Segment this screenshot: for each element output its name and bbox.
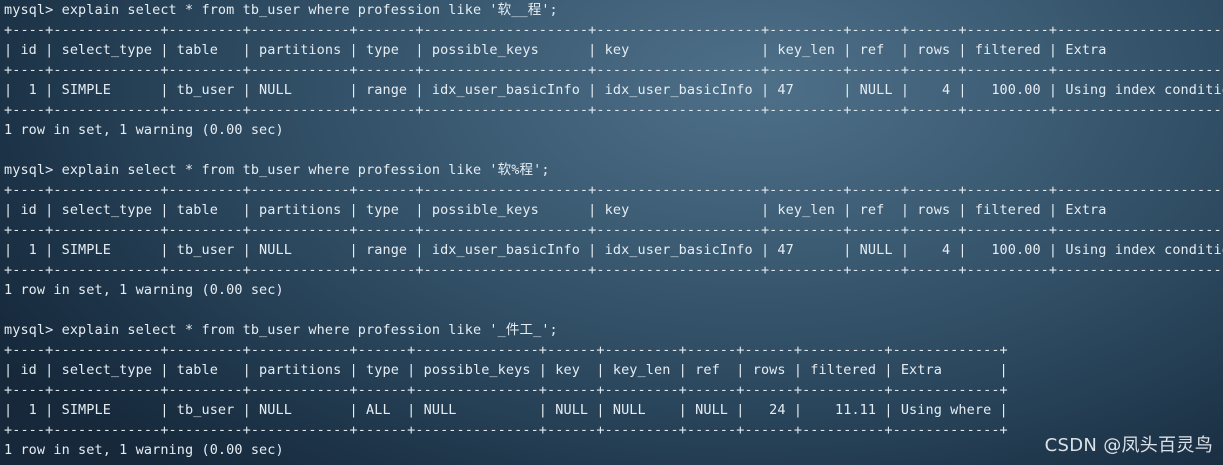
table-header-row: | id | select_type | table | partitions … [4,202,1223,218]
table-border: +----+-------------+---------+----------… [4,222,1223,238]
table-border: +----+-------------+---------+----------… [4,182,1223,198]
table-border: +----+-------------+---------+----------… [4,382,1008,398]
table-border: +----+-------------+---------+----------… [4,422,1008,438]
table-border: +----+-------------+---------+----------… [4,62,1223,78]
terminal-line: mysql> explain select * from tb_user whe… [4,162,550,178]
result-summary: 1 row in set, 1 warning (0.00 sec) [4,282,284,298]
table-row: | 1 | SIMPLE | tb_user | NULL | range | … [4,82,1223,98]
table-border: +----+-------------+---------+----------… [4,22,1223,38]
table-border: +----+-------------+---------+----------… [4,102,1223,118]
terminal-line: mysql> explain select * from tb_user whe… [4,2,558,18]
table-border: +----+-------------+---------+----------… [4,342,1008,358]
result-summary: 1 row in set, 1 warning (0.00 sec) [4,122,284,138]
terminal-output[interactable]: mysql> explain select * from tb_user whe… [4,0,1223,465]
terminal-line: mysql> explain select * from tb_user whe… [4,322,558,338]
table-row: | 1 | SIMPLE | tb_user | NULL | range | … [4,242,1223,258]
table-row: | 1 | SIMPLE | tb_user | NULL | ALL | NU… [4,402,1008,418]
table-border: +----+-------------+---------+----------… [4,262,1223,278]
table-header-row: | id | select_type | table | partitions … [4,362,1008,378]
table-header-row: | id | select_type | table | partitions … [4,42,1223,58]
result-summary: 1 row in set, 1 warning (0.00 sec) [4,442,284,458]
csdn-watermark: CSDN @凤头百灵鸟 [1044,435,1213,456]
